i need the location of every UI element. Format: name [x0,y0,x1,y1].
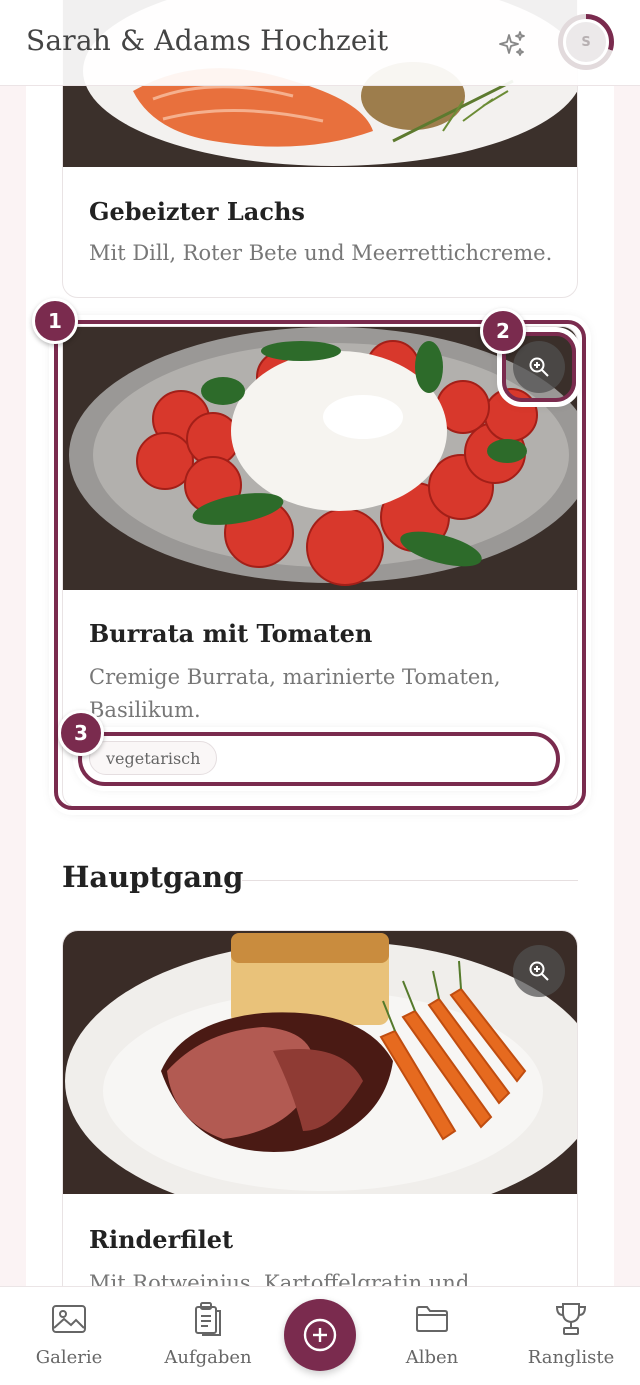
app-title: Sarah & Adams Hochzeit [26,24,389,57]
folder-icon [416,1306,448,1332]
app-header: Sarah & Adams Hochzeit S [0,0,640,86]
dish-title: Rinderfilet [89,1225,234,1254]
nav-aufgaben[interactable]: Aufgaben [148,1299,268,1368]
image-icon [52,1305,86,1333]
zoom-in-icon [529,357,549,377]
zoom-in-icon [529,961,549,981]
section-title: Hauptgang [62,860,244,894]
nav-galerie[interactable]: Galerie [9,1299,129,1368]
annotation-badge-2: 2 [480,308,526,354]
diet-tag: vegetarisch [89,741,218,775]
dish-title: Burrata mit Tomaten [89,619,373,648]
nav-label: Galerie [35,1347,103,1368]
bottom-navigation: Galerie Aufgaben Alben Rangliste [0,1286,640,1385]
sparkle-button[interactable] [492,24,532,64]
avatar-initial: S [581,34,591,50]
sparkles-icon [499,31,525,56]
clipboard-icon [195,1302,221,1336]
trophy-icon [555,1303,587,1335]
nav-label: Alben [405,1347,459,1368]
dish-description: Mit Dill, Roter Bete und Meerrettichcrem… [89,241,553,265]
annotation-badge-1: 1 [32,298,78,344]
profile-progress-ring[interactable]: S [558,14,614,70]
nav-alben[interactable]: Alben [372,1299,492,1368]
section-divider [242,880,578,881]
add-button[interactable] [284,1299,356,1371]
annotation-badge-3: 3 [58,710,104,756]
zoom-button[interactable] [513,341,565,393]
dish-title: Gebeizter Lachs [89,197,305,226]
dish-card-burrata[interactable]: Burrata mit Tomaten Cremige Burrata, mar… [62,326,578,808]
zoom-button[interactable] [513,945,565,997]
nav-label: Aufgaben [164,1347,252,1368]
avatar[interactable]: S [563,19,609,65]
dish-photo-beef[interactable] [63,931,577,1194]
dish-photo-burrata[interactable] [63,327,577,590]
dish-description: Cremige Burrata, marinierte Tomaten, Bas… [89,665,501,722]
plus-circle-icon [303,1318,337,1352]
nav-rangliste[interactable]: Rangliste [511,1299,631,1368]
nav-label: Rangliste [527,1347,615,1368]
